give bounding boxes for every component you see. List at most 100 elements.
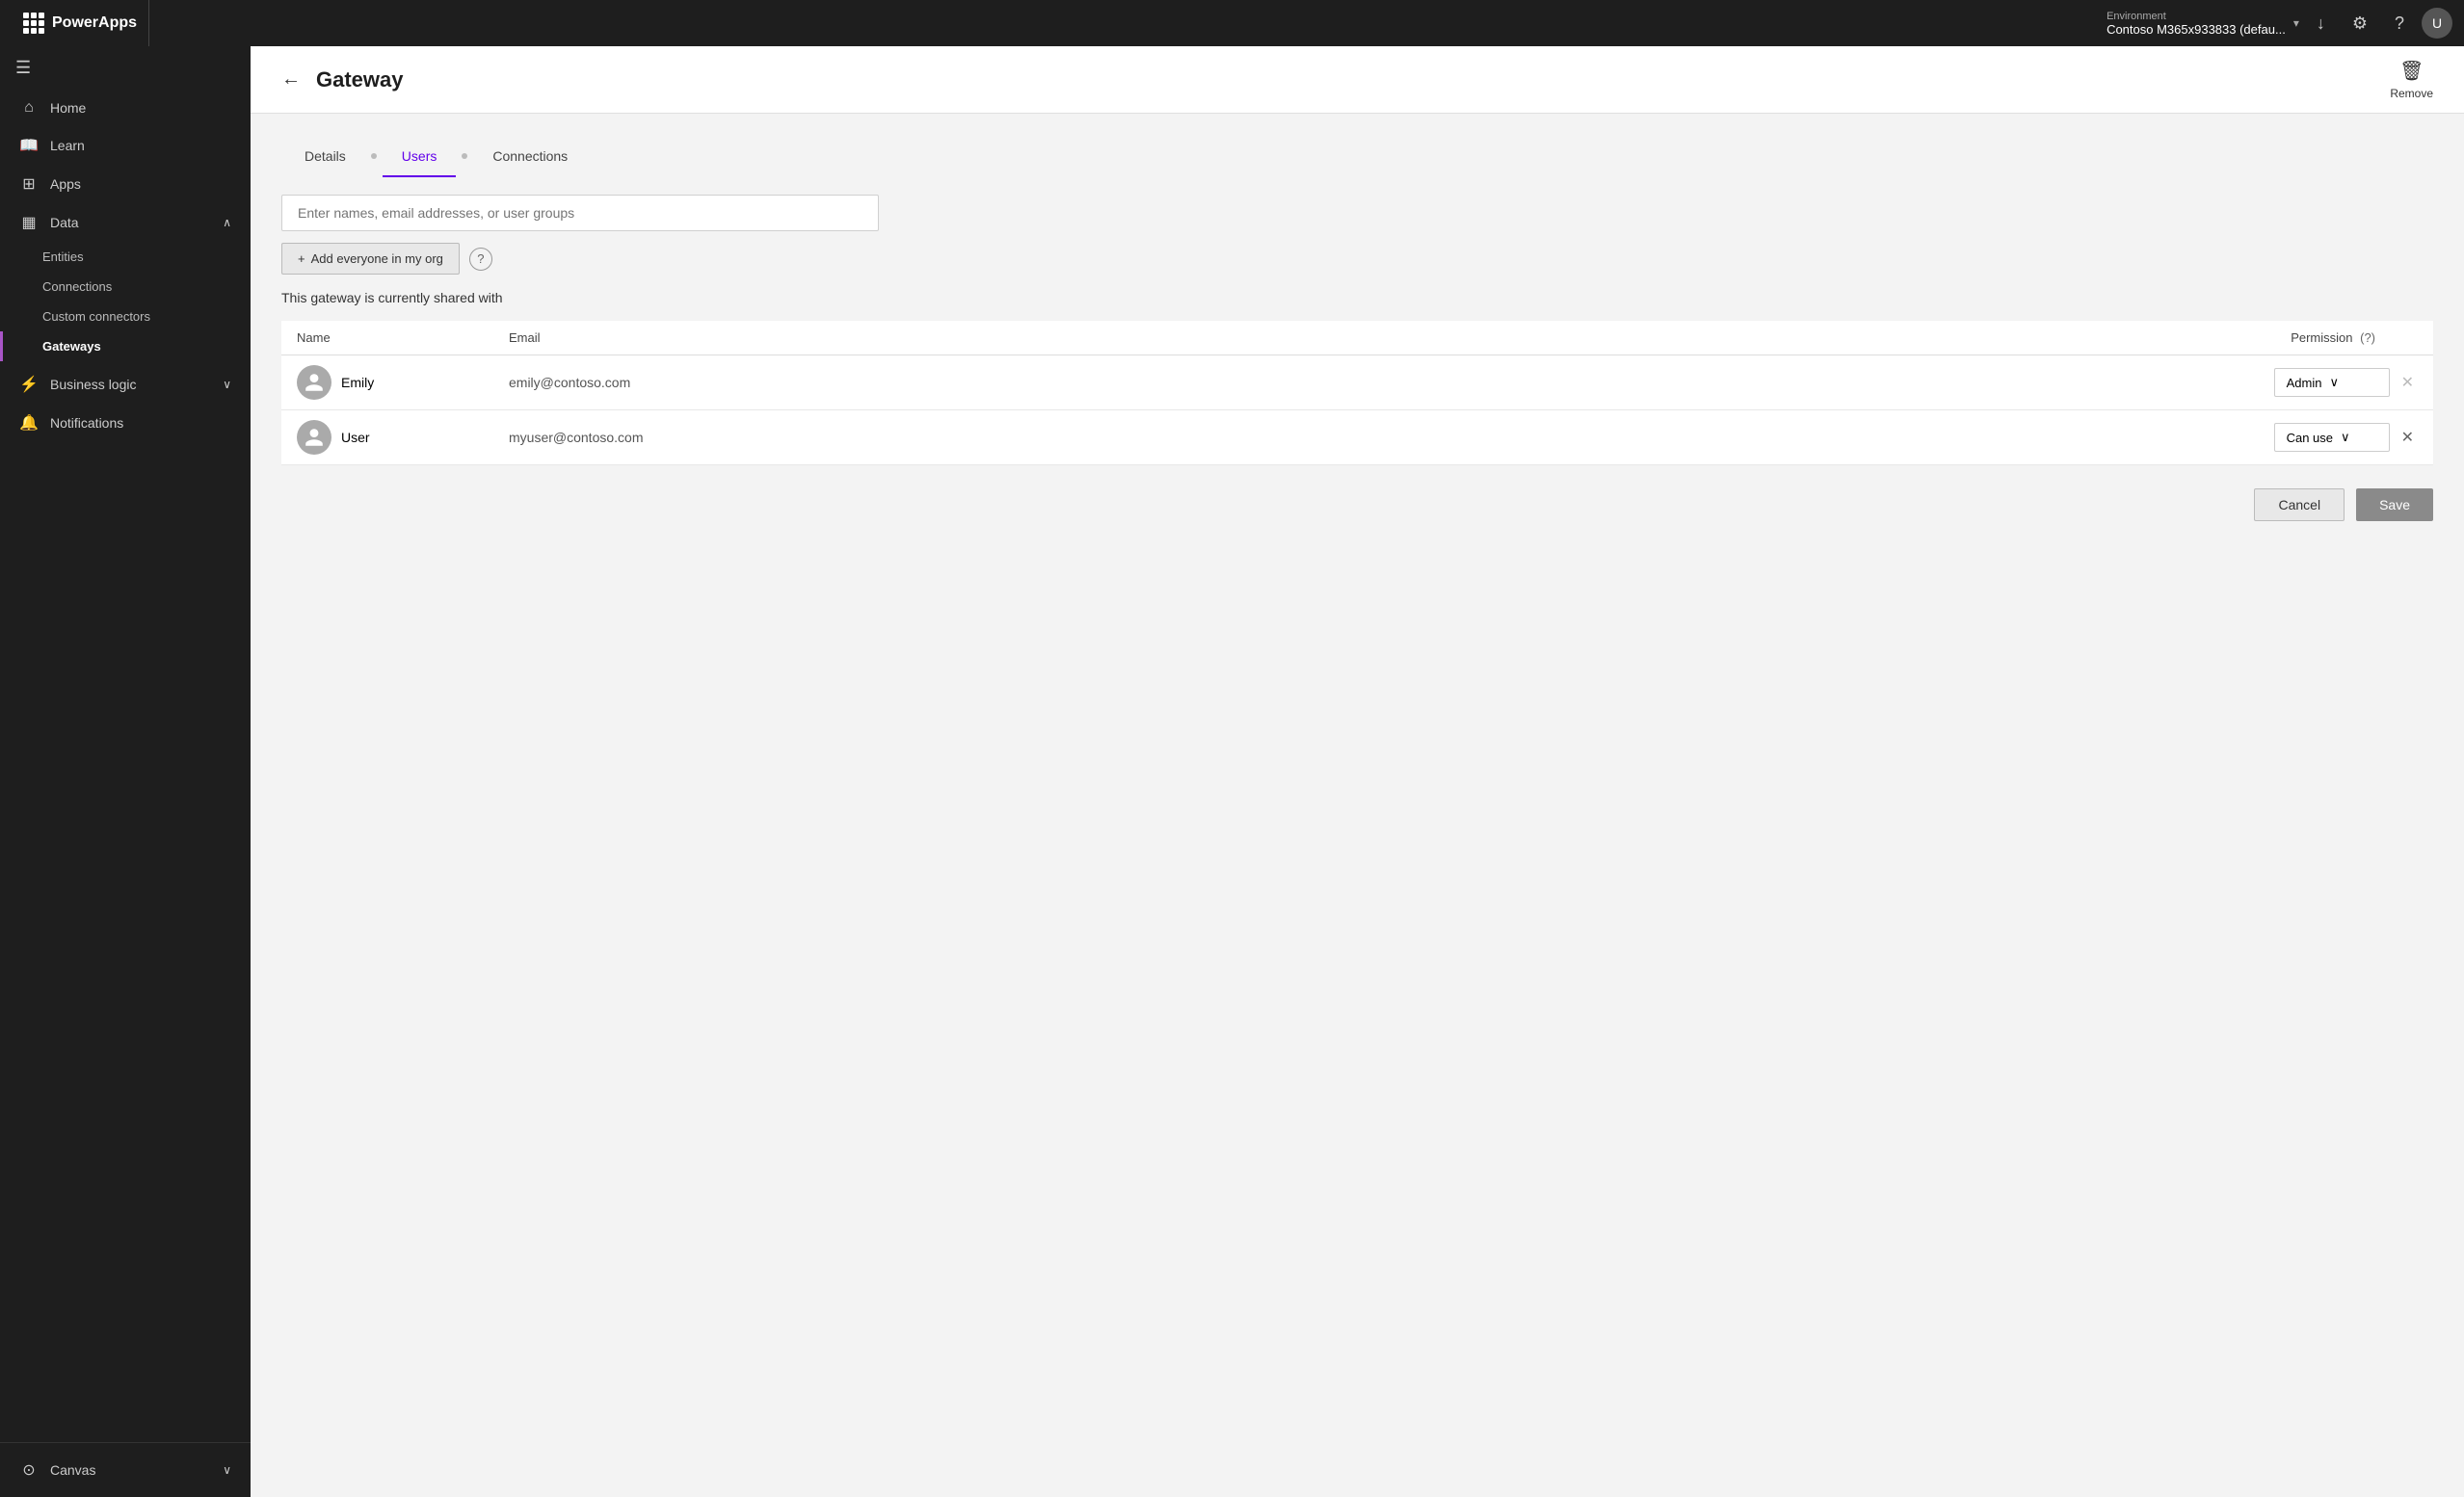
settings-icon[interactable]: ⚙ <box>2343 13 2377 34</box>
app-grid-icon[interactable] <box>23 13 44 34</box>
sidebar-item-custom-connectors[interactable]: Custom connectors <box>0 302 251 331</box>
table-row: User myuser@contoso.com Can use ∨ <box>281 410 2433 465</box>
content-body: Details Users Connections + Add everyone… <box>251 114 2464 1497</box>
app-name: PowerApps <box>52 14 137 32</box>
tab-users[interactable]: Users <box>383 137 457 177</box>
emily-permission-value: Admin <box>2287 376 2322 390</box>
download-icon[interactable]: ↓ <box>2307 13 2335 34</box>
sidebar-item-apps-label: Apps <box>50 176 81 192</box>
sidebar-notifications-label: Notifications <box>50 415 123 431</box>
remove-emily-button[interactable]: ✕ <box>2398 371 2418 394</box>
back-button[interactable]: ← <box>281 68 301 91</box>
user-email-user: myuser@contoso.com <box>493 410 1436 465</box>
sidebar-item-business-logic[interactable]: ⚡ Business logic ∨ <box>0 365 251 404</box>
add-everyone-label: Add everyone in my org <box>311 251 443 266</box>
learn-icon: 📖 <box>19 136 39 155</box>
sidebar-item-canvas[interactable]: ⊙ Canvas ∨ <box>0 1451 251 1489</box>
sidebar-item-home[interactable]: ⌂ Home <box>0 90 251 126</box>
hamburger-menu[interactable]: ☰ <box>0 46 251 90</box>
save-button[interactable]: Save <box>2356 488 2433 521</box>
sidebar-item-learn-label: Learn <box>50 138 85 153</box>
users-table: Name Email Permission (?) <box>281 321 2433 465</box>
tab-dot-2 <box>462 153 467 159</box>
plus-icon: + <box>298 251 305 266</box>
sidebar-item-notifications[interactable]: 🔔 Notifications <box>0 404 251 442</box>
user-avatar-emily <box>297 365 331 400</box>
user-avatar-user <box>297 420 331 455</box>
home-icon: ⌂ <box>19 99 39 117</box>
user-permission-value: Can use <box>2287 431 2333 445</box>
remove-label: Remove <box>2390 87 2433 100</box>
sidebar-item-connections[interactable]: Connections <box>0 272 251 302</box>
sidebar-item-data[interactable]: ▦ Data ∧ <box>0 203 251 242</box>
permission-dropdown-user[interactable]: Can use ∨ <box>2274 423 2390 452</box>
canvas-icon: ⊙ <box>19 1460 39 1480</box>
remove-button[interactable]: 🗑 Remove <box>2390 59 2433 100</box>
env-chevron-icon: ▾ <box>2293 16 2299 30</box>
user-email-emily: emily@contoso.com <box>493 355 1436 410</box>
notifications-icon: 🔔 <box>19 413 39 433</box>
sidebar-item-home-label: Home <box>50 100 86 116</box>
user-name-user: User <box>341 430 370 445</box>
business-logic-chevron-icon: ∨ <box>223 378 231 391</box>
cancel-button[interactable]: Cancel <box>2254 488 2345 521</box>
avatar[interactable]: U <box>2422 8 2452 39</box>
data-icon: ▦ <box>19 213 39 232</box>
environment-selector[interactable]: Environment Contoso M365x933833 (defau..… <box>2106 11 2299 37</box>
user-name-cell: User <box>281 410 493 465</box>
page-title: Gateway <box>316 67 404 92</box>
user-dropdown-chevron-icon: ∨ <box>2341 430 2350 445</box>
tab-details[interactable]: Details <box>285 137 365 175</box>
col-email-header: Email <box>493 321 1436 355</box>
sidebar-item-entities[interactable]: Entities <box>0 242 251 272</box>
topbar: PowerApps Environment Contoso M365x93383… <box>0 0 2464 46</box>
sidebar-canvas-label: Canvas <box>50 1462 95 1478</box>
shared-with-label: This gateway is currently shared with <box>281 290 2433 305</box>
sidebar: ☰ ⌂ Home 📖 Learn ⊞ Apps ▦ Data ∧ Entitie… <box>0 46 251 1497</box>
apps-icon: ⊞ <box>19 174 39 194</box>
sidebar-item-learn[interactable]: 📖 Learn <box>0 126 251 165</box>
sidebar-custom-connectors-label: Custom connectors <box>42 309 150 324</box>
canvas-chevron-icon: ∨ <box>223 1463 231 1477</box>
emily-dropdown-chevron-icon: ∨ <box>2329 375 2339 390</box>
add-everyone-row: + Add everyone in my org ? <box>281 243 2433 275</box>
remove-user-button[interactable]: ✕ <box>2398 426 2418 449</box>
tab-connections[interactable]: Connections <box>473 137 587 175</box>
environment-label: Environment <box>2106 11 2286 22</box>
user-permission-emily: Admin ∨ ✕ <box>1436 355 2433 410</box>
sidebar-gateways-label: Gateways <box>42 339 101 354</box>
user-name-cell: Emily <box>281 355 493 410</box>
sidebar-item-apps[interactable]: ⊞ Apps <box>0 165 251 203</box>
tabs: Details Users Connections <box>281 137 2433 175</box>
tab-details-label: Details <box>305 148 346 164</box>
data-chevron-icon: ∧ <box>223 216 231 229</box>
user-permission-user: Can use ∨ ✕ <box>1436 410 2433 465</box>
sidebar-business-logic-label: Business logic <box>50 377 137 392</box>
add-everyone-help-button[interactable]: ? <box>469 248 492 271</box>
permission-help-icon[interactable]: (?) <box>2360 330 2375 345</box>
add-everyone-button[interactable]: + Add everyone in my org <box>281 243 460 275</box>
content-area: ← Gateway 🗑 Remove Details Users <box>251 46 2464 1497</box>
environment-value: Contoso M365x933833 (defau... <box>2106 22 2286 37</box>
col-permission-header: Permission (?) <box>1436 321 2433 355</box>
permission-dropdown-emily[interactable]: Admin ∨ <box>2274 368 2390 397</box>
table-row: Emily emily@contoso.com Admin ∨ <box>281 355 2433 410</box>
col-name-header: Name <box>281 321 493 355</box>
tab-connections-label: Connections <box>492 148 568 164</box>
table-header-row: Name Email Permission (?) <box>281 321 2433 355</box>
trash-icon: 🗑 <box>2399 59 2424 83</box>
sidebar-entities-label: Entities <box>42 250 84 264</box>
help-icon[interactable]: ? <box>2385 13 2414 34</box>
sidebar-footer: ⊙ Canvas ∨ <box>0 1442 251 1497</box>
sidebar-item-data-label: Data <box>50 215 79 230</box>
topbar-logo: PowerApps <box>12 0 149 46</box>
tab-users-label: Users <box>402 148 437 164</box>
permission-header-label: Permission <box>2291 330 2352 345</box>
sidebar-item-gateways[interactable]: Gateways <box>0 331 251 361</box>
search-input[interactable] <box>281 195 879 231</box>
tab-dot-1 <box>371 153 377 159</box>
content-header: ← Gateway 🗑 Remove <box>251 46 2464 114</box>
add-everyone-help-icon: ? <box>477 251 484 266</box>
footer-actions: Cancel Save <box>281 488 2433 521</box>
user-name-emily: Emily <box>341 375 374 390</box>
